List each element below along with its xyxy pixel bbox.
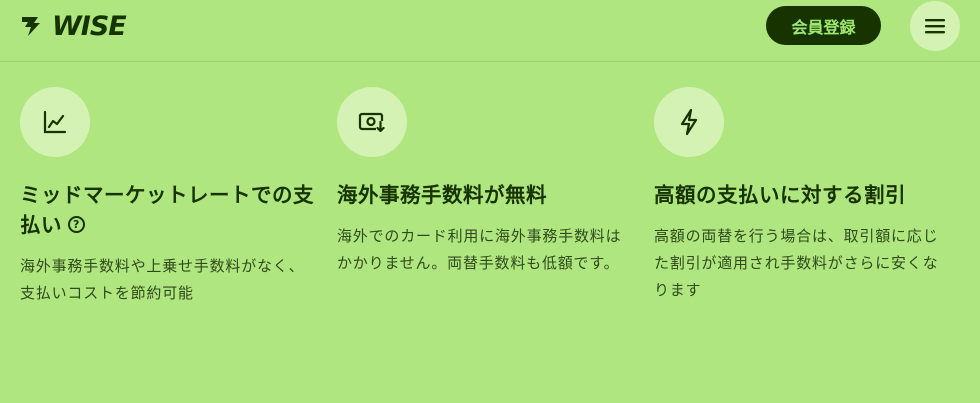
signup-button[interactable]: 会員登録 (766, 6, 881, 45)
feature-description: 高額の両替を行う場合は、取引額に応じた割引が適用され手数料がさらに安くなります (654, 227, 939, 299)
feature-title: 高額の支払いに対する割引 (654, 183, 906, 207)
hamburger-menu-icon (925, 19, 945, 34)
help-icon[interactable]: ? (68, 215, 85, 233)
top-header: WISE 会員登録 (0, 0, 980, 62)
chart-line-icon (43, 110, 67, 134)
feature-description: 海外でのカード利用に海外事務手数料はかかりません。両替手数料も低額です。 (337, 227, 622, 272)
menu-button[interactable] (910, 1, 960, 51)
logo-text: WISE (52, 10, 127, 42)
feature-no-foreign-fee: 海外事務手数料が無料 海外でのカード利用に海外事務手数料はかかりません。両替手数… (337, 87, 627, 277)
feature-title-text: ミッドマーケットレートでの支払い (20, 183, 314, 237)
wise-flag-icon (22, 17, 40, 36)
lightning-bolt-icon (680, 108, 698, 136)
feature-icon-circle (20, 87, 90, 157)
feature-icon-circle (337, 87, 407, 157)
feature-description: 海外事務手数料や上乗せ手数料がなく、支払いコストを節約可能 (20, 257, 305, 302)
feature-icon-circle (654, 87, 724, 157)
feature-title: ミッドマーケットレートでの支払い? (20, 180, 320, 240)
banknote-download-icon (358, 112, 385, 133)
feature-mid-market-rate: ミッドマーケットレートでの支払い? 海外事務手数料や上乗せ手数料がなく、支払いコ… (20, 87, 320, 307)
feature-title: 海外事務手数料が無料 (337, 183, 547, 207)
feature-volume-discount: 高額の支払いに対する割引 高額の両替を行う場合は、取引額に応じた割引が適用され手… (654, 87, 954, 304)
wise-logo[interactable]: WISE (20, 10, 127, 42)
